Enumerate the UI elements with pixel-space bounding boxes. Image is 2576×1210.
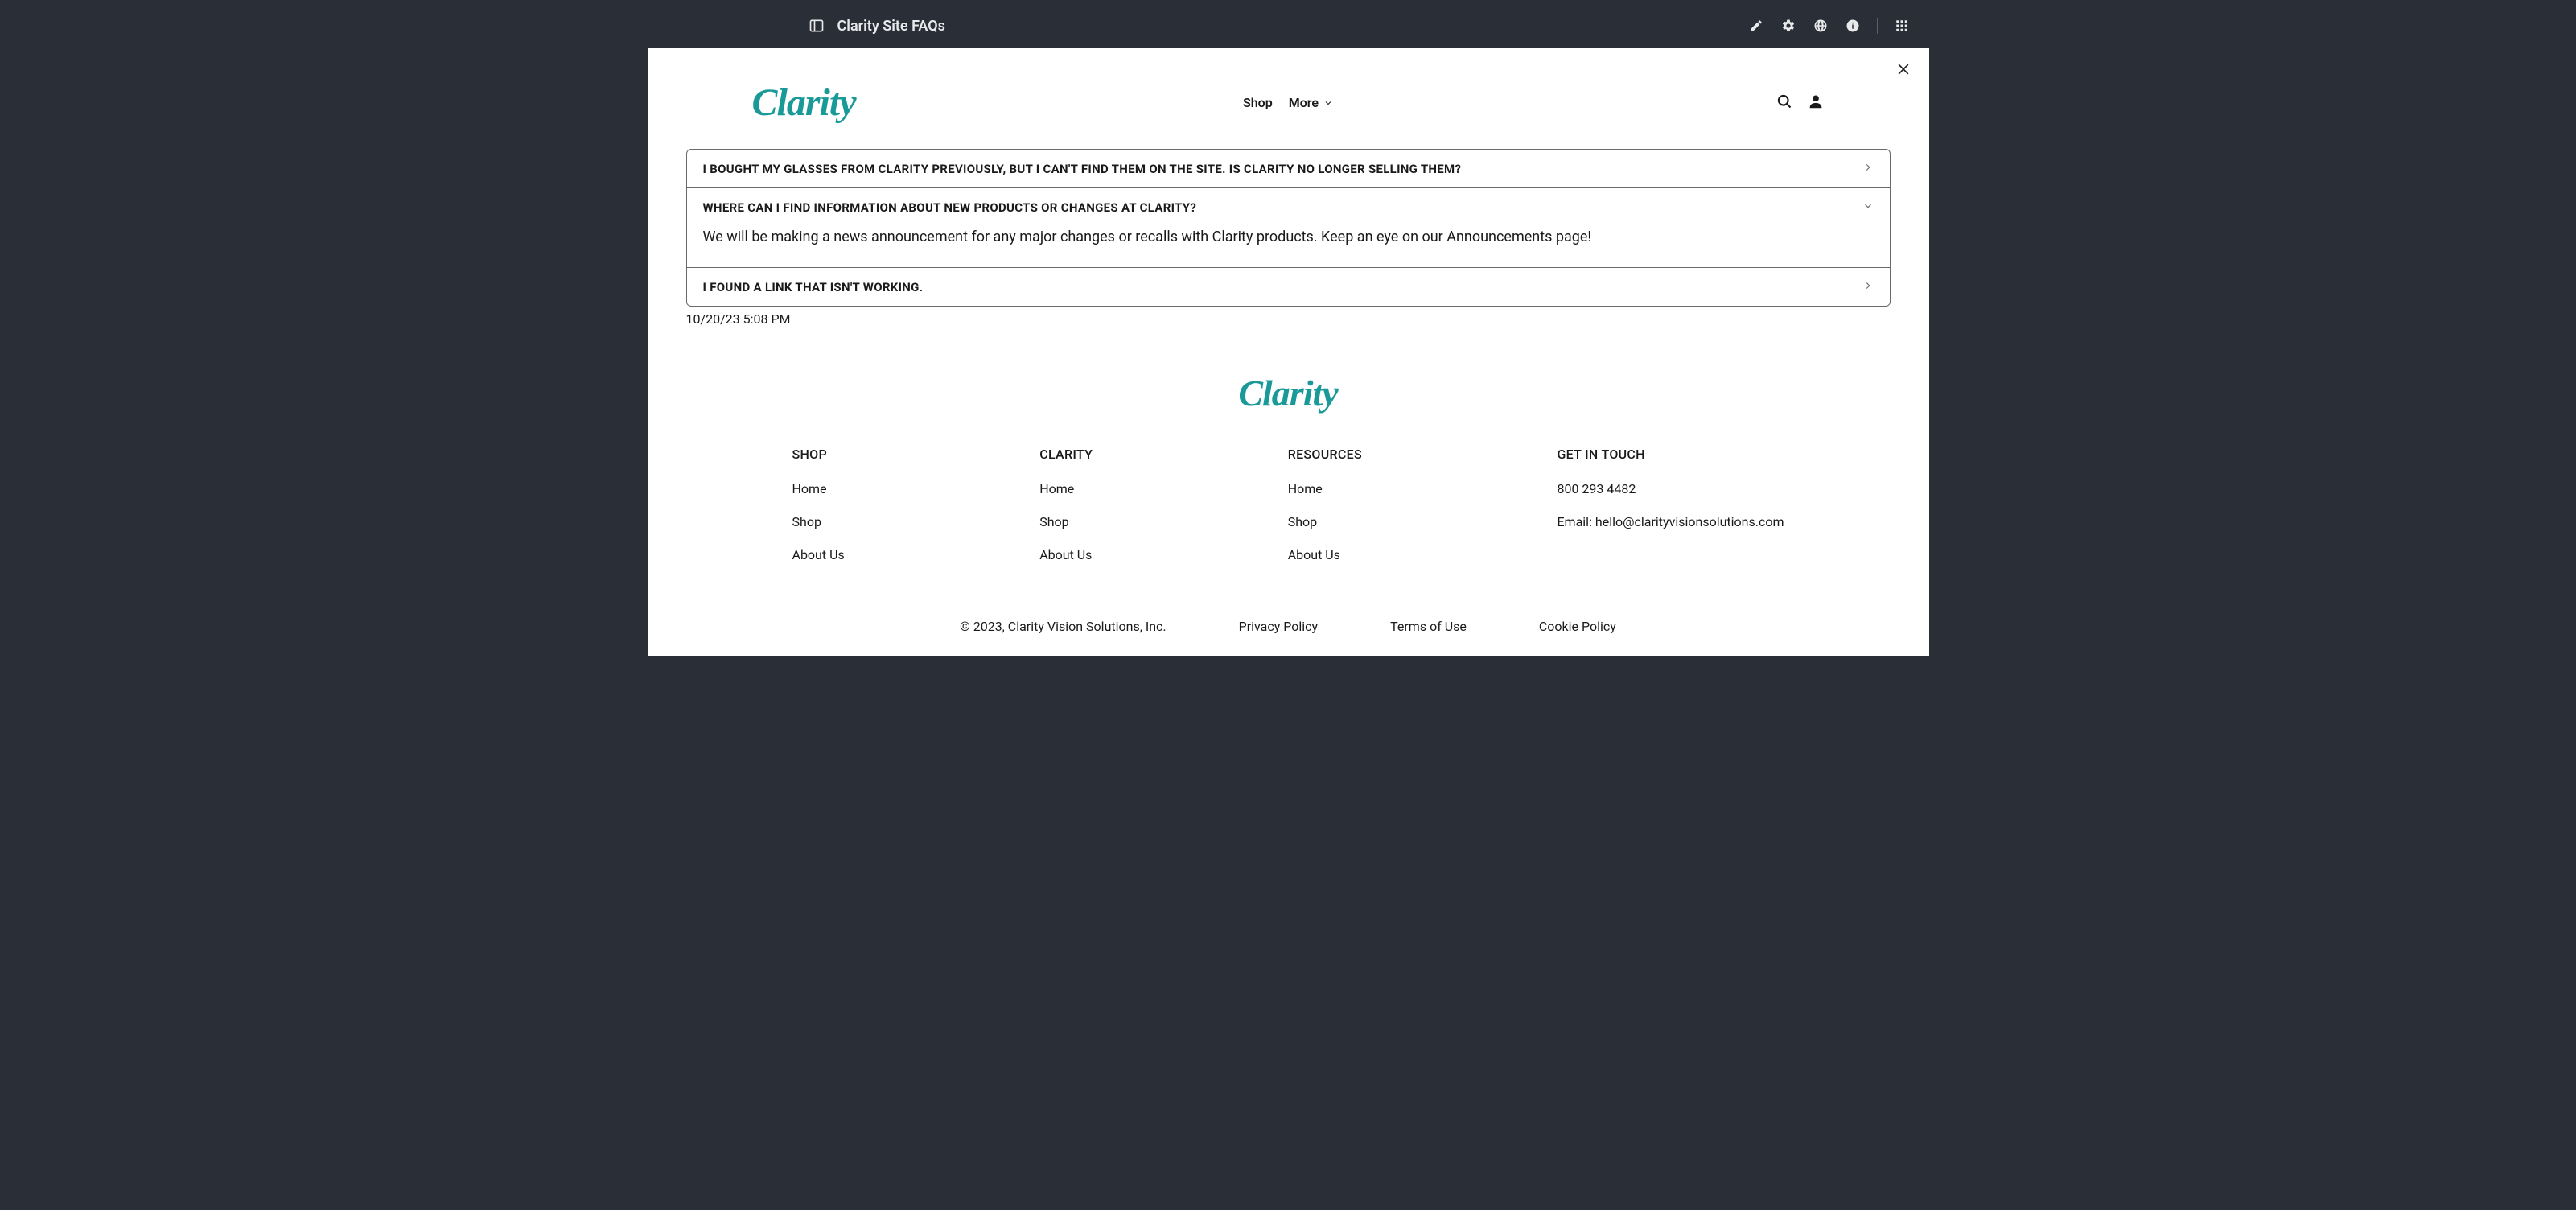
search-icon[interactable] (1776, 93, 1792, 113)
faq-answer: We will be making a news announcement fo… (687, 226, 1890, 267)
faq-question: WHERE CAN I FIND INFORMATION ABOUT NEW P… (703, 200, 1197, 215)
chevron-right-icon (1862, 161, 1874, 176)
brand-logo-footer[interactable]: Clarity (1238, 372, 1337, 414)
chevron-down-icon (1323, 98, 1333, 108)
copyright: © 2023, Clarity Vision Solutions, Inc. (960, 619, 1166, 634)
main-nav: Shop More (1243, 95, 1333, 110)
footer-link[interactable]: Home (1288, 481, 1362, 496)
faq-item: WHERE CAN I FIND INFORMATION ABOUT NEW P… (687, 188, 1890, 268)
info-icon[interactable] (1845, 18, 1861, 34)
footer-col-clarity: CLARITY Home Shop About Us (1039, 447, 1093, 580)
faq-item: I BOUGHT MY GLASSES FROM CLARITY PREVIOU… (687, 150, 1890, 188)
footer-heading: GET IN TOUCH (1557, 447, 1784, 462)
admin-topbar: Clarity Site FAQs (648, 3, 1929, 48)
faq-question: I BOUGHT MY GLASSES FROM CLARITY PREVIOU… (703, 162, 1462, 176)
brand-logo[interactable]: Clarity (752, 80, 856, 125)
nav-shop-label: Shop (1243, 95, 1273, 110)
footer-link[interactable]: About Us (1039, 547, 1093, 562)
gear-icon[interactable] (1780, 18, 1796, 34)
nav-shop[interactable]: Shop (1243, 95, 1273, 110)
footer-bottom: © 2023, Clarity Vision Solutions, Inc. P… (648, 604, 1929, 656)
nav-more[interactable]: More (1289, 95, 1333, 110)
apps-grid-icon[interactable] (1894, 18, 1910, 34)
sidebar-toggle-icon[interactable] (809, 18, 825, 34)
footer-bottom-link[interactable]: Privacy Policy (1239, 619, 1319, 634)
footer-link[interactable]: About Us (792, 547, 845, 562)
edit-icon[interactable] (1748, 18, 1764, 34)
chevron-right-icon (1862, 279, 1874, 294)
timestamp: 10/20/23 5:08 PM (686, 311, 1891, 327)
footer-link[interactable]: Shop (1288, 514, 1362, 529)
faq-header[interactable]: I FOUND A LINK THAT ISN'T WORKING. (687, 268, 1890, 306)
footer-logo: Clarity (648, 372, 1929, 414)
nav-more-label: More (1289, 95, 1319, 110)
footer-columns: SHOP Home Shop About Us CLARITY Home Sho… (648, 414, 1929, 604)
footer-link[interactable]: Home (1039, 481, 1093, 496)
footer-heading: RESOURCES (1288, 447, 1362, 462)
footer-email[interactable]: Email: hello@clarityvisionsolutions.com (1557, 514, 1784, 529)
faq-question: I FOUND A LINK THAT ISN'T WORKING. (703, 280, 924, 294)
account-icon[interactable] (1807, 93, 1825, 113)
faq-header[interactable]: WHERE CAN I FIND INFORMATION ABOUT NEW P… (687, 188, 1890, 226)
footer-col-contact: GET IN TOUCH 800 293 4482 Email: hello@c… (1557, 447, 1784, 580)
footer-link[interactable]: About Us (1288, 547, 1362, 562)
globe-icon[interactable] (1813, 18, 1829, 34)
footer-heading: SHOP (792, 447, 845, 462)
chevron-down-icon (1862, 200, 1874, 215)
footer-link[interactable]: Shop (792, 514, 845, 529)
footer-link[interactable]: Home (792, 481, 845, 496)
footer-heading: CLARITY (1039, 447, 1093, 462)
footer-col-resources: RESOURCES Home Shop About Us (1288, 447, 1362, 580)
site-header: Clarity Shop More (648, 48, 1929, 149)
faq-header[interactable]: I BOUGHT MY GLASSES FROM CLARITY PREVIOU… (687, 150, 1890, 187)
close-icon[interactable] (1895, 61, 1911, 80)
faq-accordion: I BOUGHT MY GLASSES FROM CLARITY PREVIOU… (686, 149, 1891, 307)
topbar-divider (1877, 18, 1878, 34)
footer-bottom-link[interactable]: Terms of Use (1390, 619, 1467, 634)
page-title: Clarity Site FAQs (837, 18, 945, 35)
footer-phone[interactable]: 800 293 4482 (1557, 481, 1784, 496)
faq-item: I FOUND A LINK THAT ISN'T WORKING. (687, 268, 1890, 306)
footer-col-shop: SHOP Home Shop About Us (792, 447, 845, 580)
footer-bottom-link[interactable]: Cookie Policy (1539, 619, 1616, 634)
footer-link[interactable]: Shop (1039, 514, 1093, 529)
preview-content: Clarity Shop More I BOUGHT MY (648, 48, 1929, 656)
